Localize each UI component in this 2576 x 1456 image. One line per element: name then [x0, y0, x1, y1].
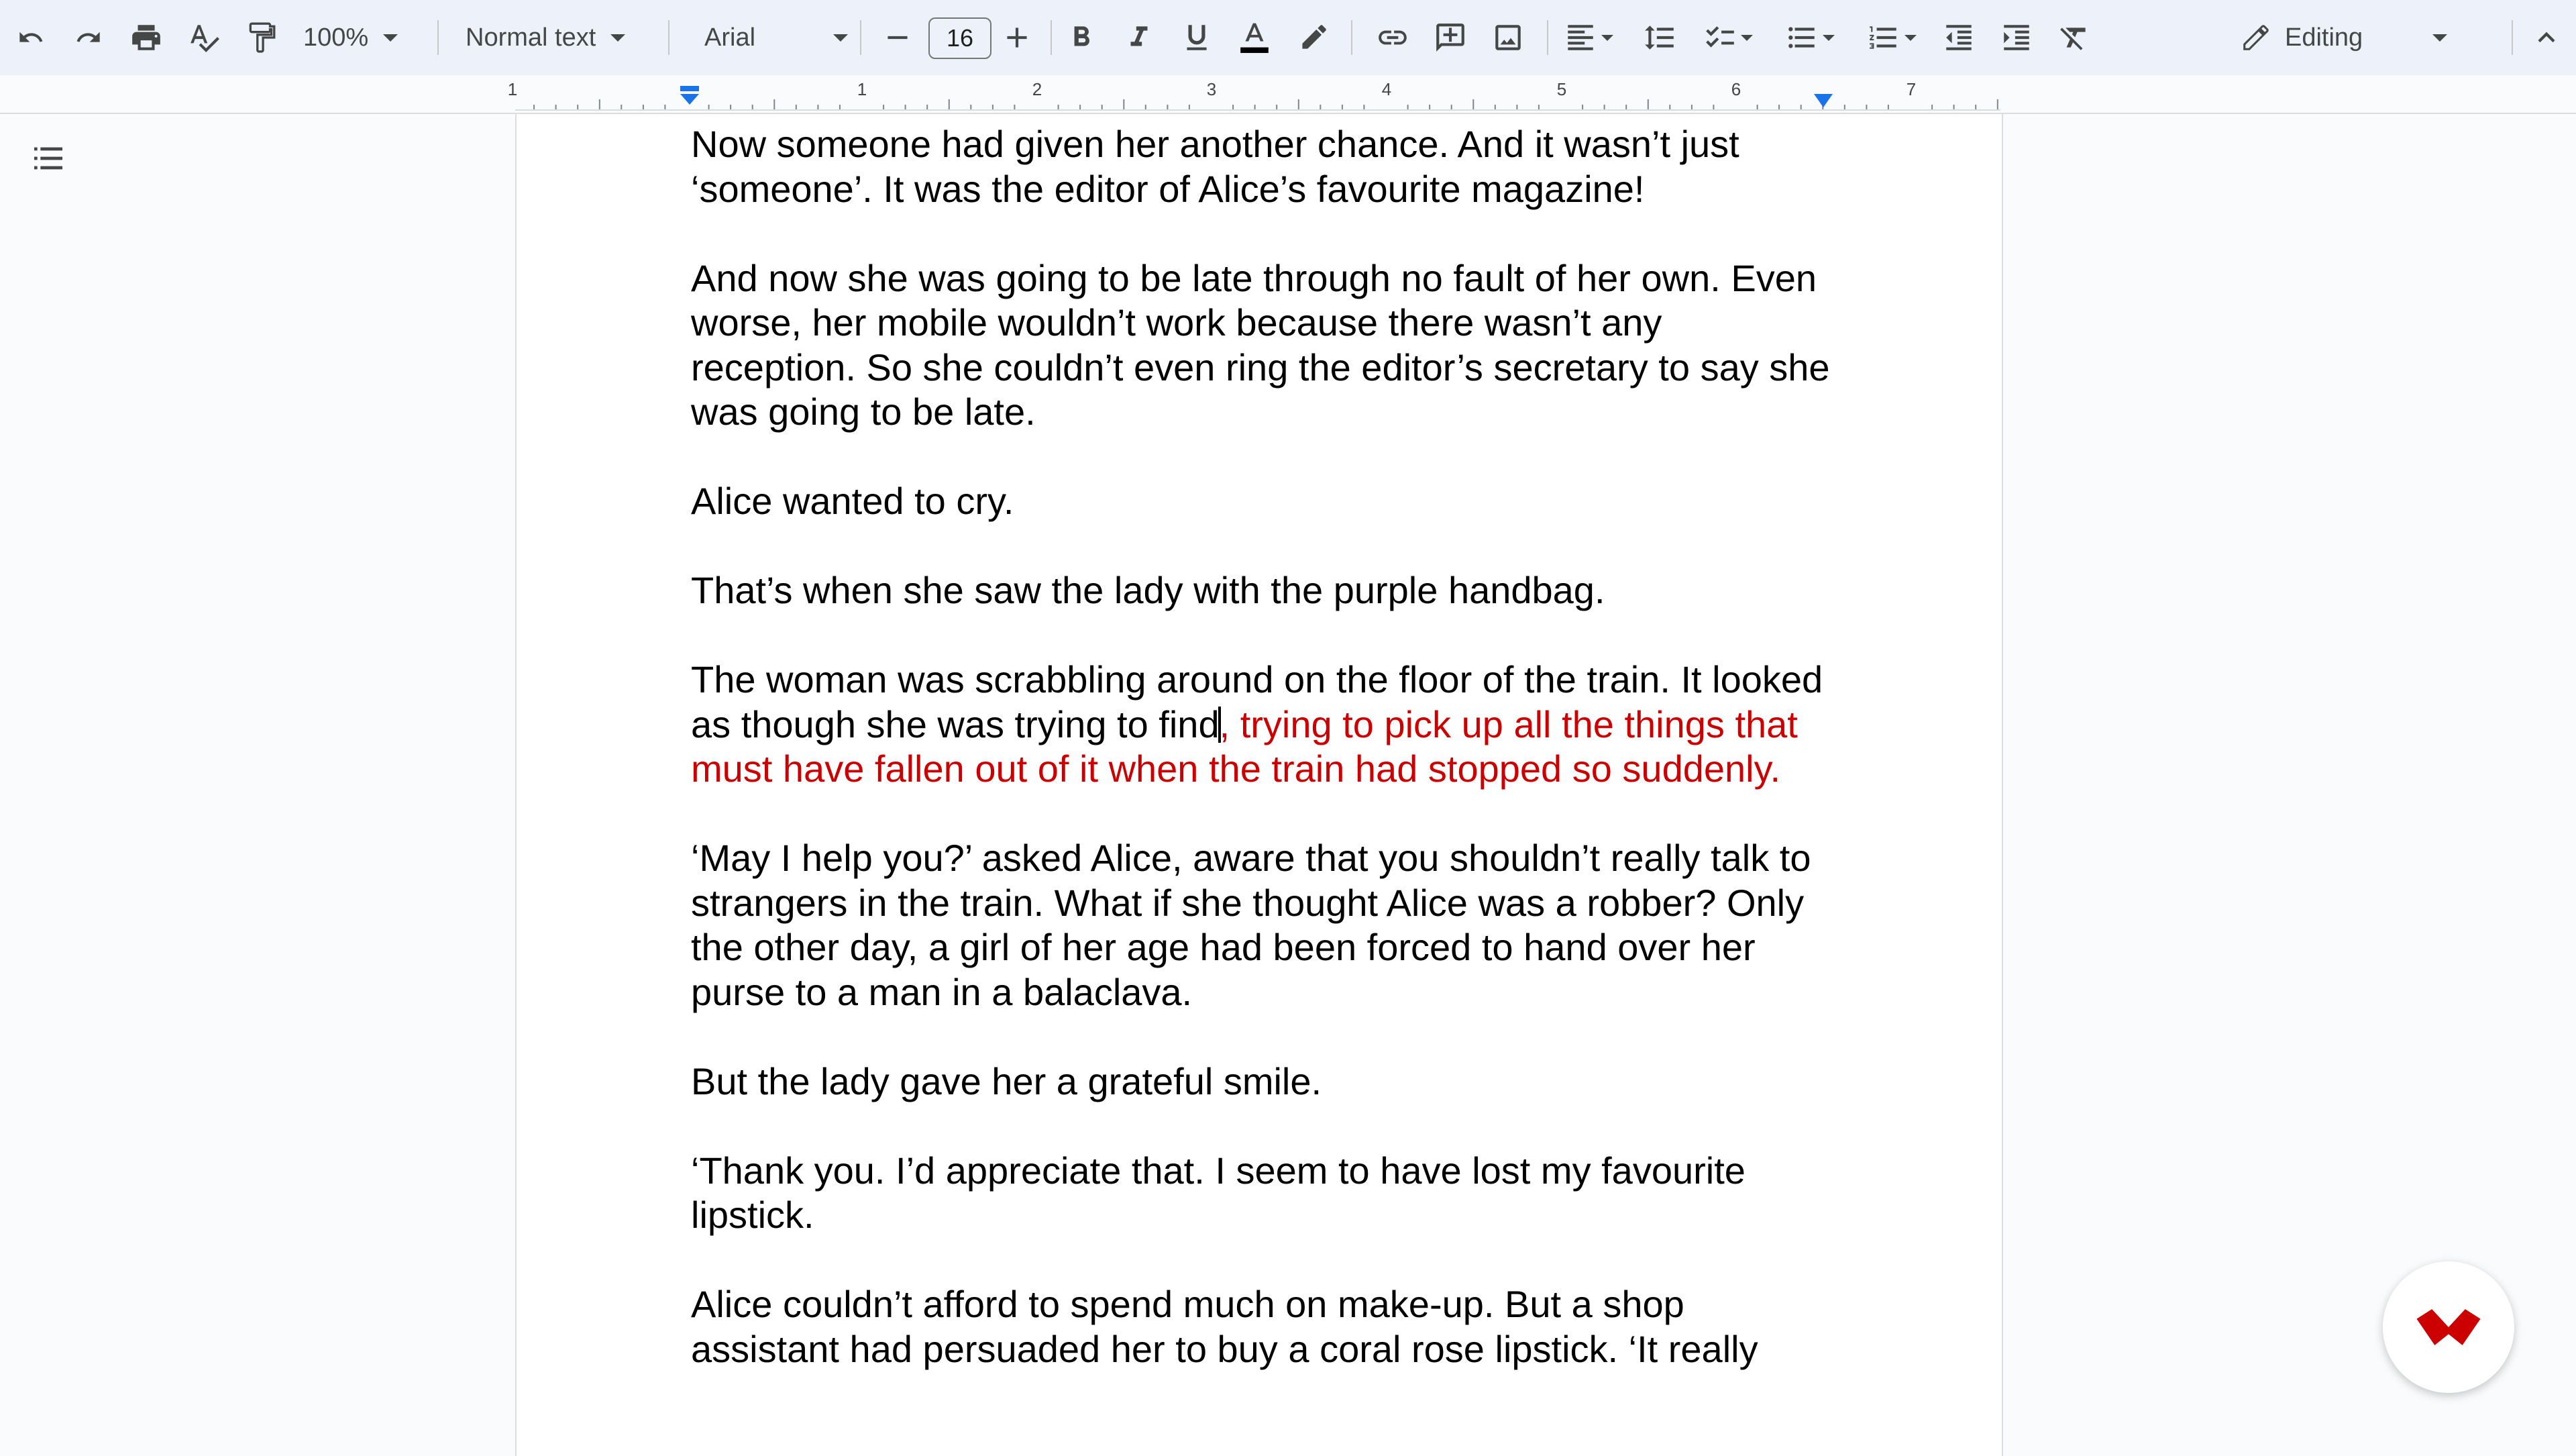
image-icon[interactable] [1487, 13, 1529, 62]
paragraph: That’s when she saw the lady with the pu… [691, 568, 1831, 613]
chevron-down-icon [2432, 34, 2447, 42]
right-indent-marker[interactable] [1811, 93, 1835, 109]
highlight-icon[interactable] [1291, 13, 1334, 62]
ruler[interactable]: 1 1 2 3 4 5 6 7 [508, 78, 2000, 111]
increase-font-size-button[interactable] [996, 13, 1038, 62]
checklist-icon [1706, 26, 1734, 48]
paragraph: The woman was scrabbling around on the f… [691, 658, 1831, 792]
checklist-dropdown[interactable] [1696, 13, 1760, 62]
ruler-number: 1 [507, 79, 518, 99]
ruler-number: 1 [857, 79, 867, 99]
spellcheck-icon[interactable] [182, 13, 225, 62]
align-dropdown[interactable] [1556, 13, 1621, 62]
paragraph-text: But the lady gave her a grateful smile. [691, 1059, 1322, 1102]
redo-icon[interactable] [67, 13, 110, 62]
toolbar: 100% Normal text Arial 16 Editing [0, 0, 2576, 75]
paragraph: Now someone had given her another chance… [691, 122, 1831, 211]
decrease-indent-icon[interactable] [1937, 13, 1980, 62]
chevron-down-icon [610, 34, 626, 42]
document-body[interactable]: Now someone had given her another chance… [691, 122, 1831, 1416]
style-value: Normal text [466, 23, 596, 52]
divider [1051, 20, 1052, 55]
font-value: Arial [704, 23, 756, 52]
collapse-icon[interactable] [2525, 13, 2568, 62]
italic-icon[interactable] [1118, 13, 1161, 62]
ruler-ticks [515, 99, 2000, 111]
ruler-number: 5 [1556, 79, 1567, 99]
print-icon[interactable] [125, 13, 168, 62]
font-size-input[interactable]: 16 [928, 17, 991, 59]
paragraph: Alice wanted to cry. [691, 479, 1831, 524]
ruler-number: 2 [1032, 79, 1042, 99]
logo-icon [2416, 1309, 2481, 1345]
paragraph-text: And now she was going to be late through… [691, 256, 1830, 433]
paragraph: But the lady gave her a grateful smile. [691, 1059, 1831, 1104]
numbered-list-dropdown[interactable] [1860, 13, 1924, 62]
decrease-font-size-button[interactable] [876, 13, 919, 62]
chevron-down-icon [383, 34, 398, 42]
divider [437, 20, 439, 55]
paragraph: ‘Thank you. I’d appreciate that. I seem … [691, 1149, 1831, 1238]
ruler-number: 6 [1731, 79, 1741, 99]
ruler-number: 3 [1206, 79, 1217, 99]
chevron-down-icon [1823, 34, 1835, 41]
zoom-value: 100% [303, 23, 369, 52]
link-icon[interactable] [1371, 13, 1414, 62]
divider [668, 20, 669, 55]
undo-icon[interactable] [9, 13, 52, 62]
paragraph-text: Alice couldn’t afford to spend much on m… [691, 1283, 1758, 1370]
outline-icon[interactable] [27, 140, 70, 177]
document-page[interactable]: Now someone had given her another chance… [515, 114, 2003, 1456]
paragraph-text: ‘Thank you. I’d appreciate that. I seem … [691, 1149, 1746, 1237]
paragraph-text: That’s when she saw the lady with the pu… [691, 569, 1605, 611]
ruler-number: 7 [1906, 79, 1917, 99]
paragraph: And now she was going to be late through… [691, 256, 1831, 435]
style-dropdown[interactable]: Normal text [466, 13, 653, 62]
divider [1547, 20, 1548, 55]
editing-mode-dropdown[interactable]: Editing [2241, 13, 2482, 62]
bold-icon[interactable] [1060, 13, 1103, 62]
align-icon [1568, 25, 1593, 50]
line-spacing-icon[interactable] [1638, 13, 1681, 62]
editing-mode-label: Editing [2285, 23, 2363, 52]
zoom-dropdown[interactable]: 100% [303, 13, 424, 62]
text-color-icon[interactable] [1233, 13, 1276, 62]
chevron-down-icon [1601, 34, 1613, 41]
chevron-down-icon [833, 34, 848, 42]
chevron-down-icon [1904, 34, 1917, 41]
clear-formatting-icon[interactable] [2053, 13, 2096, 62]
floating-logo-button[interactable] [2383, 1261, 2514, 1393]
bulleted-list-icon [1788, 27, 1815, 48]
paragraph-text: ‘May I help you?’ asked Alice, aware tha… [691, 837, 1811, 1013]
font-dropdown[interactable]: Arial [704, 13, 852, 62]
paint-format-icon[interactable] [240, 13, 283, 62]
divider [1351, 20, 1352, 55]
comment-icon[interactable] [1429, 13, 1472, 62]
bulleted-list-dropdown[interactable] [1778, 13, 1842, 62]
paragraph: Alice couldn’t afford to spend much on m… [691, 1282, 1831, 1371]
paragraph-text: Alice wanted to cry. [691, 480, 1014, 522]
pencil-icon [2243, 25, 2269, 50]
numbered-list-icon [1870, 26, 1896, 49]
left-indent-marker[interactable] [676, 86, 703, 107]
ruler-number: 4 [1381, 79, 1392, 99]
divider [860, 20, 861, 55]
paragraph-text: Now someone had given her another chance… [691, 123, 1739, 210]
paragraph: ‘May I help you?’ asked Alice, aware tha… [691, 836, 1831, 1015]
divider [2512, 20, 2513, 55]
increase-indent-icon[interactable] [1995, 13, 2038, 62]
underline-icon[interactable] [1175, 13, 1218, 62]
chevron-down-icon [1741, 34, 1753, 41]
